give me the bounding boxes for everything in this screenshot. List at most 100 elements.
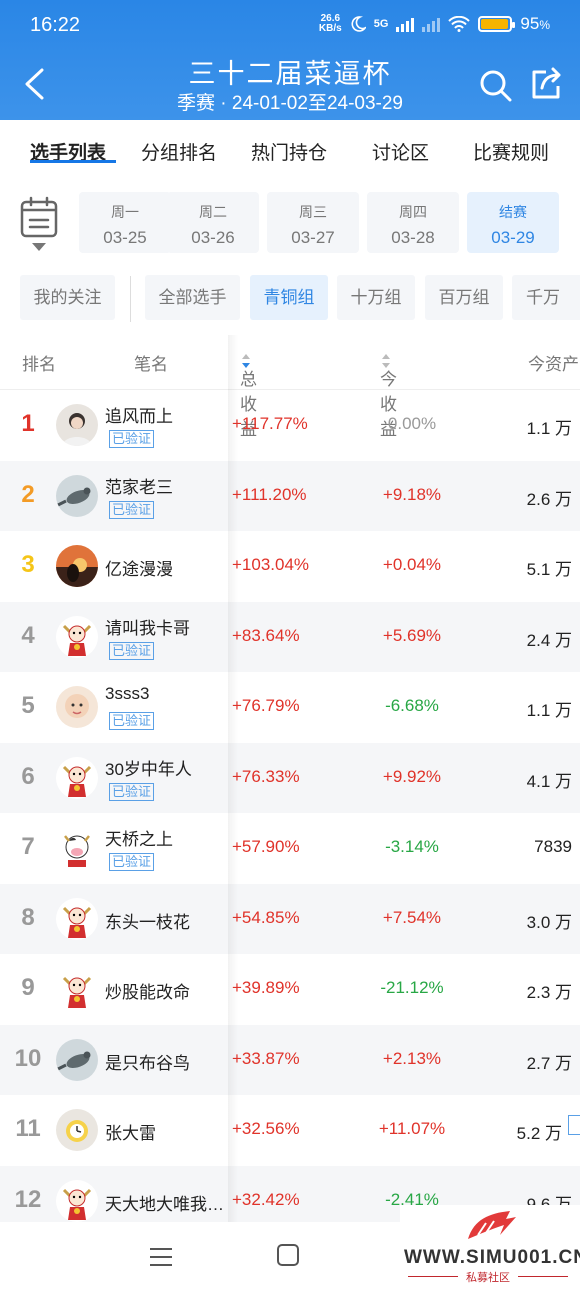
- current-assets: 1.1 万: [526, 701, 572, 720]
- today-return: -21.12%: [380, 978, 444, 997]
- calendar-icon[interactable]: [20, 196, 60, 254]
- player-name[interactable]: 是只布谷鸟: [105, 1049, 190, 1074]
- network-type: 5G: [373, 18, 389, 30]
- total-return: +111.20%: [232, 484, 307, 504]
- tab-group-ranking[interactable]: 分组排名: [141, 120, 217, 165]
- rank-number: 2: [21, 480, 35, 508]
- filter-bronze-group[interactable]: 青铜组: [250, 275, 328, 320]
- total-return: +117.77%: [232, 414, 308, 433]
- current-assets: 2.4 万: [526, 630, 572, 650]
- avatar[interactable]: [56, 756, 98, 799]
- filter-my-follow[interactable]: 我的关注: [20, 275, 115, 320]
- player-name[interactable]: 范家老三: [105, 473, 173, 498]
- battery-percent: 95%: [520, 14, 550, 33]
- moon-icon: [351, 16, 366, 32]
- sort-icon: [382, 353, 390, 368]
- column-shadow: [228, 335, 238, 1225]
- table-header: 排名 笔名 总收益 今收益 今资产: [0, 335, 580, 439]
- rank-number: 3: [21, 551, 35, 578]
- day-card-final[interactable]: 结赛 03-29: [467, 192, 559, 253]
- total-return: +76.79%: [232, 696, 300, 715]
- tab-hot-holdings[interactable]: 热门持仓: [251, 120, 327, 165]
- today-return: +2.13%: [382, 1048, 442, 1068]
- avatar[interactable]: [56, 1038, 98, 1081]
- rank-number: 12: [14, 1185, 42, 1213]
- avatar[interactable]: [56, 615, 98, 658]
- col-today-return[interactable]: 今收益: [380, 350, 397, 439]
- table-row[interactable]: 6 30岁中年人 已验证 +76.33% +9.92% 4.1 万: [0, 742, 580, 813]
- tab-rules[interactable]: 比赛规则: [473, 120, 549, 165]
- current-assets: 7839: [534, 837, 572, 856]
- filter-100k-group[interactable]: 十万组: [337, 275, 415, 320]
- table-row[interactable]: 2 范家老三 已验证 +111.20% +9.18% 2.6 万: [0, 460, 580, 531]
- day-card-thu[interactable]: 周四 03-28: [367, 192, 459, 253]
- verified-badge: 已验证: [109, 430, 155, 448]
- verified-badge: 已验证: [109, 500, 155, 519]
- avatar[interactable]: [56, 1179, 98, 1222]
- today-return: -6.68%: [385, 696, 439, 715]
- day-card-tue[interactable]: 周二 03-26: [167, 192, 259, 253]
- avatar[interactable]: [56, 897, 98, 940]
- avatar[interactable]: [56, 1109, 98, 1151]
- filter-1m-group[interactable]: 百万组: [425, 275, 503, 320]
- player-name[interactable]: 3sss3: [105, 684, 149, 704]
- rank-number: 9: [21, 974, 35, 1001]
- avatar[interactable]: [56, 968, 98, 1010]
- avatar[interactable]: [56, 404, 98, 446]
- table-row[interactable]: 8 东头一枝花 +54.85% +7.54% 3.0 万: [0, 883, 580, 954]
- player-name[interactable]: 天桥之上: [105, 825, 173, 850]
- table-row[interactable]: 11 张大雷 +32.56% +11.07% 5.2 万: [0, 1095, 580, 1166]
- total-return: +54.85%: [232, 907, 300, 927]
- current-assets: 5.1 万: [526, 560, 572, 579]
- day-card-wed[interactable]: 周三 03-27: [267, 192, 359, 253]
- col-rank: 排名: [22, 355, 56, 374]
- col-total-return[interactable]: 总收益: [240, 350, 257, 439]
- avatar[interactable]: [56, 545, 98, 587]
- current-assets: 2.3 万: [526, 983, 572, 1002]
- status-icons: 26.6 KB/s 5G 95%: [319, 14, 550, 34]
- table-row[interactable]: 10 是只布谷鸟 +33.87% +2.13% 2.7 万: [0, 1024, 580, 1095]
- table-row[interactable]: 7 天桥之上 已验证 +57.90% -3.14% 7839: [0, 813, 580, 884]
- filter-10m-group[interactable]: 千万: [512, 275, 580, 320]
- site-logo: [468, 1211, 516, 1239]
- tab-player-list[interactable]: 选手列表: [30, 120, 117, 165]
- home-icon[interactable]: [277, 1244, 299, 1266]
- today-return: +9.92%: [382, 766, 442, 786]
- current-assets: 2.6 万: [526, 489, 572, 509]
- app-header: 16:22 26.6 KB/s 5G 95% 三十二届菜逼杯 季赛 · 24-0…: [0, 0, 580, 120]
- table-row[interactable]: 3 亿途漫漫 +103.04% +0.04% 5.1 万: [0, 531, 580, 602]
- verified-badge: 已验证: [109, 641, 155, 660]
- player-name[interactable]: 炒股能改命: [105, 978, 190, 1003]
- total-return: +76.33%: [232, 766, 300, 786]
- search-icon[interactable]: [478, 68, 514, 104]
- table-row[interactable]: 4 请叫我卡哥 已验证 +83.64% +5.69% 2.4 万: [0, 601, 580, 672]
- net-speed: 26.6 KB/s: [318, 13, 342, 34]
- player-name[interactable]: 天大地大唯我…: [105, 1190, 224, 1215]
- player-name[interactable]: 请叫我卡哥: [105, 614, 190, 639]
- watermark: WWW.SIMU001.CN 私募社区: [400, 1205, 580, 1289]
- filter-all-players[interactable]: 全部选手: [145, 275, 240, 320]
- total-return: +32.56%: [232, 1119, 300, 1138]
- share-icon[interactable]: [528, 66, 564, 102]
- avatar[interactable]: [56, 474, 98, 517]
- tab-discussion[interactable]: 讨论区: [372, 120, 429, 165]
- day-card-mon[interactable]: 周一 03-25: [79, 192, 171, 253]
- table-row[interactable]: 5 3sss3 已验证 +76.79% -6.68% 1.1 万: [0, 672, 580, 743]
- menu-icon[interactable]: [150, 1248, 172, 1266]
- current-assets: 1.1 万: [526, 419, 572, 438]
- avatar[interactable]: [56, 686, 98, 728]
- avatar[interactable]: [56, 827, 98, 869]
- current-assets: 3.0 万: [526, 912, 572, 932]
- total-return: +83.64%: [232, 625, 300, 645]
- player-name[interactable]: 张大雷: [105, 1119, 156, 1144]
- watermark-tagline: 私募社区: [400, 1269, 576, 1285]
- filter-divider: [130, 276, 131, 322]
- verified-badge: 已验证: [109, 712, 155, 730]
- player-name[interactable]: 追风而上: [105, 402, 173, 427]
- table-row[interactable]: 9 炒股能改命 +39.89% -21.12% 2.3 万: [0, 954, 580, 1025]
- player-name[interactable]: 亿途漫漫: [105, 555, 173, 580]
- table-row[interactable]: 1 追风而上 已验证 +117.77% 0.00% 1.1 万: [0, 390, 580, 461]
- player-name[interactable]: 东头一枝花: [105, 908, 190, 933]
- player-name[interactable]: 30岁中年人: [105, 755, 192, 780]
- rank-number: 4: [21, 621, 35, 649]
